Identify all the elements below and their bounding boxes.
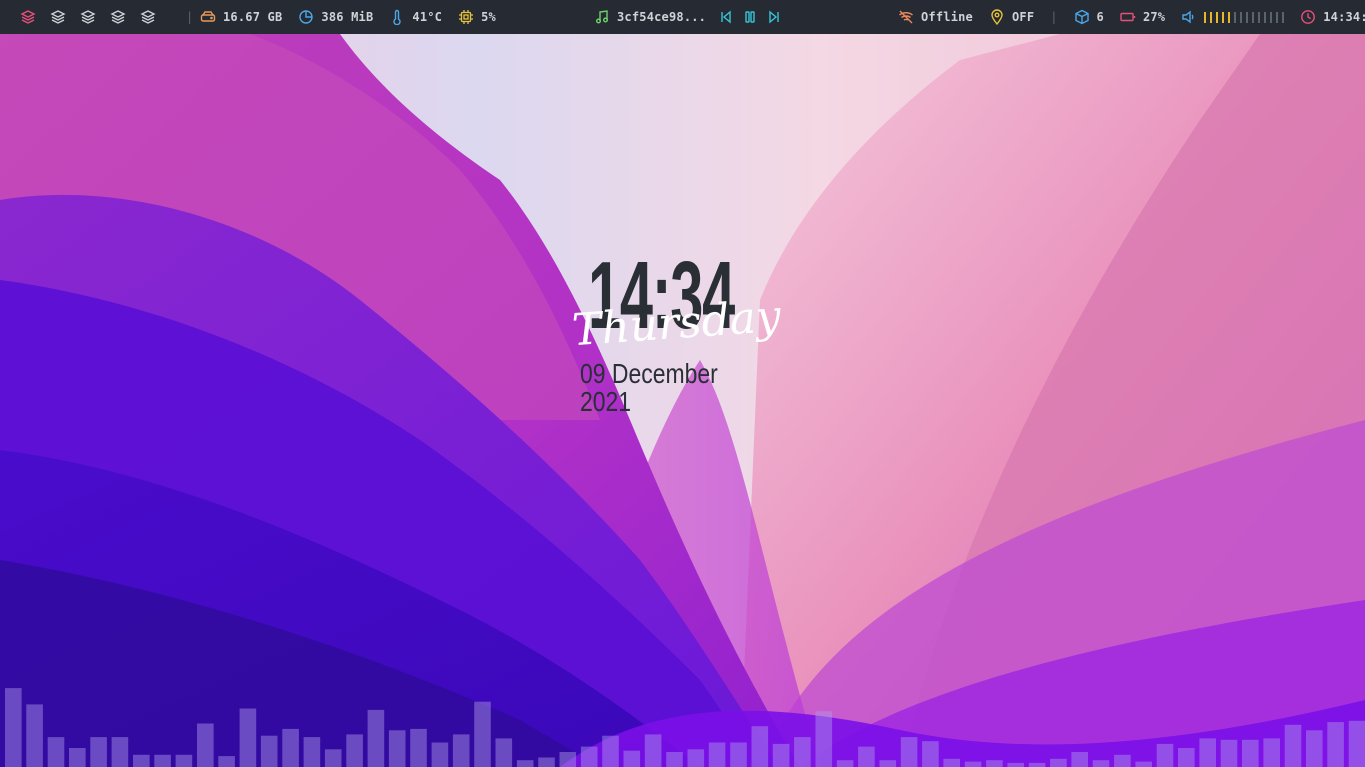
network-value: Offline — [921, 10, 973, 24]
volume-segment — [1270, 11, 1273, 23]
desktop-clock-widget: 14:34 Thursday 09 December 2021 — [570, 248, 810, 416]
battery-status[interactable]: 27% — [1120, 9, 1165, 25]
system-stats: 16.67 GB 386 MiB 41°C 5% — [200, 0, 496, 34]
disk-usage[interactable]: 16.67 GB — [200, 9, 282, 25]
clock-value: 14:34:35 — [1323, 10, 1365, 24]
volume-segment — [1222, 11, 1225, 23]
thermometer-icon — [389, 9, 405, 25]
volume-segment — [1282, 11, 1285, 23]
volume-segment — [1252, 11, 1255, 23]
right-status: Offline OFF | 6 27% 14:34:35 — [898, 0, 1365, 34]
updates-status[interactable]: 6 — [1074, 9, 1104, 25]
media-player: 3cf54ce98... — [594, 0, 782, 34]
volume-segment — [1276, 11, 1279, 23]
cpu-value: 5% — [481, 10, 496, 24]
cpu-usage[interactable]: 5% — [458, 9, 496, 25]
separator: | — [1050, 10, 1058, 24]
media-title[interactable]: 3cf54ce98... — [594, 9, 706, 25]
pause-icon[interactable] — [742, 9, 758, 25]
memory-value: 386 MiB — [321, 10, 374, 24]
top-status-bar: | 16.67 GB 386 MiB 41°C 5% 3cf54ce98... — [0, 0, 1365, 34]
workspace-icon[interactable] — [140, 9, 156, 25]
workspace-icon[interactable] — [50, 9, 66, 25]
clock-icon — [1300, 9, 1316, 25]
volume-segment — [1204, 11, 1207, 23]
volume-segment — [1234, 11, 1237, 23]
temperature[interactable]: 41°C — [389, 9, 442, 25]
clock-widget-date: 09 December 2021 — [580, 358, 718, 417]
volume-segment — [1246, 11, 1249, 23]
battery-icon — [1120, 9, 1136, 25]
pie-chart-icon — [298, 9, 314, 25]
volume-segment — [1216, 11, 1219, 23]
separator: | — [186, 10, 194, 24]
map-pin-icon — [989, 9, 1005, 25]
location-value: OFF — [1011, 10, 1035, 24]
volume-icon — [1181, 9, 1197, 25]
volume-segment — [1264, 11, 1267, 23]
network-status[interactable]: Offline — [898, 9, 973, 25]
package-icon — [1074, 9, 1090, 25]
volume-segment — [1240, 11, 1243, 23]
volume-segment — [1228, 11, 1231, 23]
workspace-switcher: | — [20, 0, 193, 34]
battery-value: 27% — [1142, 10, 1166, 24]
workspace-icon[interactable] — [20, 9, 36, 25]
music-note-icon — [594, 9, 610, 25]
location-status[interactable]: OFF — [989, 9, 1034, 25]
volume-level-bar[interactable] — [1204, 11, 1285, 23]
hard-drive-icon — [200, 9, 216, 25]
previous-track-icon[interactable] — [718, 9, 734, 25]
updates-value: 6 — [1096, 10, 1104, 24]
next-track-icon[interactable] — [766, 9, 782, 25]
workspace-icon[interactable] — [110, 9, 126, 25]
volume-segment — [1258, 11, 1261, 23]
volume-control[interactable] — [1181, 9, 1285, 25]
wifi-off-icon — [898, 9, 914, 25]
clock-widget-day: Thursday — [570, 290, 783, 357]
memory-usage[interactable]: 386 MiB — [298, 9, 373, 25]
disk-value: 16.67 GB — [223, 10, 283, 24]
clock-status[interactable]: 14:34:35 — [1300, 9, 1365, 25]
volume-segment — [1210, 11, 1213, 23]
cpu-icon — [458, 9, 474, 25]
temperature-value: 41°C — [412, 10, 443, 24]
media-title-text: 3cf54ce98... — [617, 10, 707, 24]
workspace-icon[interactable] — [80, 9, 96, 25]
